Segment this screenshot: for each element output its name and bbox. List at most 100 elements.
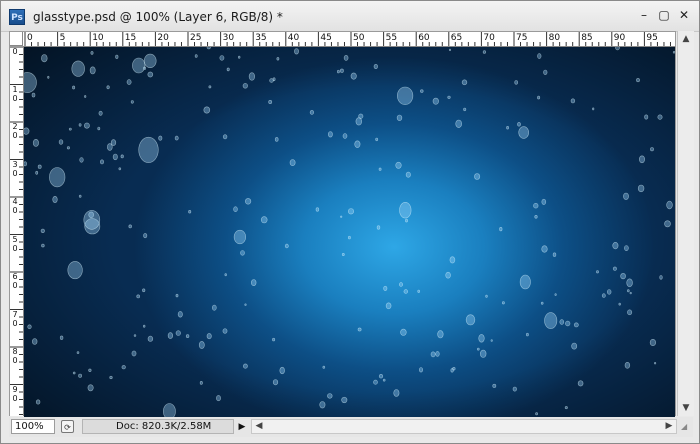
- water-droplet: [341, 396, 348, 404]
- water-droplet: [59, 335, 64, 340]
- water-droplet: [565, 320, 571, 327]
- ruler-label: 5: [12, 234, 18, 244]
- scroll-up-arrow-icon[interactable]: ▲: [678, 31, 694, 47]
- water-droplet: [501, 301, 505, 305]
- water-droplet: [624, 245, 629, 251]
- ruler-label: 7: [12, 309, 18, 319]
- water-droplet: [289, 159, 296, 166]
- water-droplet: [158, 135, 163, 141]
- water-droplet: [147, 335, 154, 342]
- ruler-label: 30: [222, 33, 235, 43]
- water-droplet: [339, 68, 344, 73]
- ruler-label: 9: [12, 384, 18, 394]
- window-controls: – ▢ ✕: [637, 8, 691, 22]
- water-droplet: [41, 54, 48, 63]
- water-droplet: [35, 170, 39, 175]
- horizontal-scrollbar[interactable]: ◀ ▶: [251, 419, 677, 434]
- minimize-button[interactable]: –: [637, 8, 651, 22]
- ruler-label: 0: [12, 281, 18, 290]
- water-droplet: [666, 200, 673, 210]
- maximize-button[interactable]: ▢: [657, 8, 671, 22]
- doc-info-menu-arrow-icon[interactable]: ▶: [236, 419, 248, 434]
- water-droplet: [376, 225, 381, 230]
- scroll-left-arrow-icon[interactable]: ◀: [252, 419, 266, 434]
- water-droplet: [40, 228, 45, 233]
- water-droplet: [385, 302, 392, 310]
- water-droplet: [492, 383, 497, 388]
- horizontal-ruler[interactable]: 0 5 10 15 20 25 30 35 40 45 50 55 60 65 70 75 80 85 90 95: [23, 32, 675, 47]
- water-droplet: [571, 342, 578, 350]
- water-droplet: [612, 242, 619, 250]
- water-droplet: [650, 147, 654, 152]
- scroll-down-arrow-icon[interactable]: ▼: [678, 400, 694, 416]
- water-droplet: [219, 55, 225, 61]
- water-droplet: [131, 350, 137, 357]
- water-droplet: [315, 207, 320, 212]
- water-droplet: [185, 334, 190, 339]
- water-droplet: [47, 75, 50, 79]
- scroll-right-arrow-icon[interactable]: ▶: [662, 419, 676, 434]
- resize-grip-icon[interactable]: ◢: [681, 421, 691, 433]
- water-droplet: [41, 243, 45, 248]
- water-droplet: [657, 114, 663, 120]
- water-droplet: [132, 57, 146, 74]
- ruler-label: 0: [12, 356, 18, 365]
- ruler-label: 95: [646, 33, 658, 43]
- water-droplet: [212, 304, 217, 311]
- vertical-ruler[interactable]: 0102030405060708090: [10, 46, 24, 416]
- water-droplet: [395, 161, 402, 169]
- water-droplet: [499, 227, 503, 232]
- ruler-label: 65: [450, 33, 463, 43]
- water-droplet: [100, 159, 105, 165]
- water-droplet: [245, 198, 252, 205]
- water-droplet: [398, 282, 403, 287]
- ruler-label: 90: [613, 33, 626, 43]
- vertical-scrollbar[interactable]: ▲ ▼: [677, 31, 694, 416]
- water-droplet: [147, 71, 154, 78]
- water-droplet: [208, 85, 212, 89]
- water-droplet: [543, 69, 548, 75]
- ruler-origin[interactable]: [10, 32, 23, 46]
- ruler-label: 80: [548, 33, 561, 43]
- water-droplet: [447, 95, 451, 99]
- zoom-input[interactable]: 100%: [11, 419, 55, 434]
- water-droplet: [636, 78, 640, 83]
- close-button[interactable]: ✕: [677, 8, 691, 22]
- water-droplet: [242, 83, 248, 89]
- water-droplet: [533, 203, 539, 209]
- ruler-label: 6: [12, 272, 18, 281]
- water-droplet: [78, 194, 82, 198]
- water-droplet: [31, 338, 38, 345]
- water-droplet: [357, 327, 362, 332]
- water-droplet: [506, 125, 510, 130]
- water-droplet: [58, 139, 64, 145]
- water-droplet: [618, 302, 621, 306]
- water-droplet: [126, 79, 132, 85]
- water-droplet: [175, 330, 181, 336]
- water-droplet: [512, 386, 517, 392]
- water-droplet: [142, 288, 146, 293]
- water-droplet: [71, 60, 85, 77]
- ruler-label: 0: [12, 131, 18, 140]
- water-droplet: [450, 368, 454, 373]
- water-droplet: [437, 330, 444, 339]
- water-droplet: [354, 140, 361, 148]
- water-droplet: [554, 293, 557, 296]
- water-droplet: [514, 80, 519, 85]
- doc-size-info: Doc: 820.3K/2.58M: [82, 419, 234, 434]
- status-info-icon[interactable]: ⟳: [61, 420, 74, 433]
- water-droplet: [90, 51, 94, 55]
- water-droplet: [573, 322, 579, 328]
- canvas-image[interactable]: [24, 47, 675, 417]
- water-droplet: [541, 245, 548, 253]
- title-bar[interactable]: Ps glasstype.psd @ 100% (Layer 6, RGB/8)…: [1, 1, 699, 32]
- water-droplet: [118, 167, 122, 171]
- water-droplet: [78, 373, 83, 378]
- ruler-label: 70: [483, 33, 495, 43]
- water-droplet: [272, 379, 279, 386]
- water-droplet: [224, 273, 227, 277]
- water-droplet: [24, 127, 30, 135]
- ruler-label: 1: [12, 84, 18, 94]
- water-droplet: [626, 278, 633, 288]
- water-droplet: [67, 261, 83, 280]
